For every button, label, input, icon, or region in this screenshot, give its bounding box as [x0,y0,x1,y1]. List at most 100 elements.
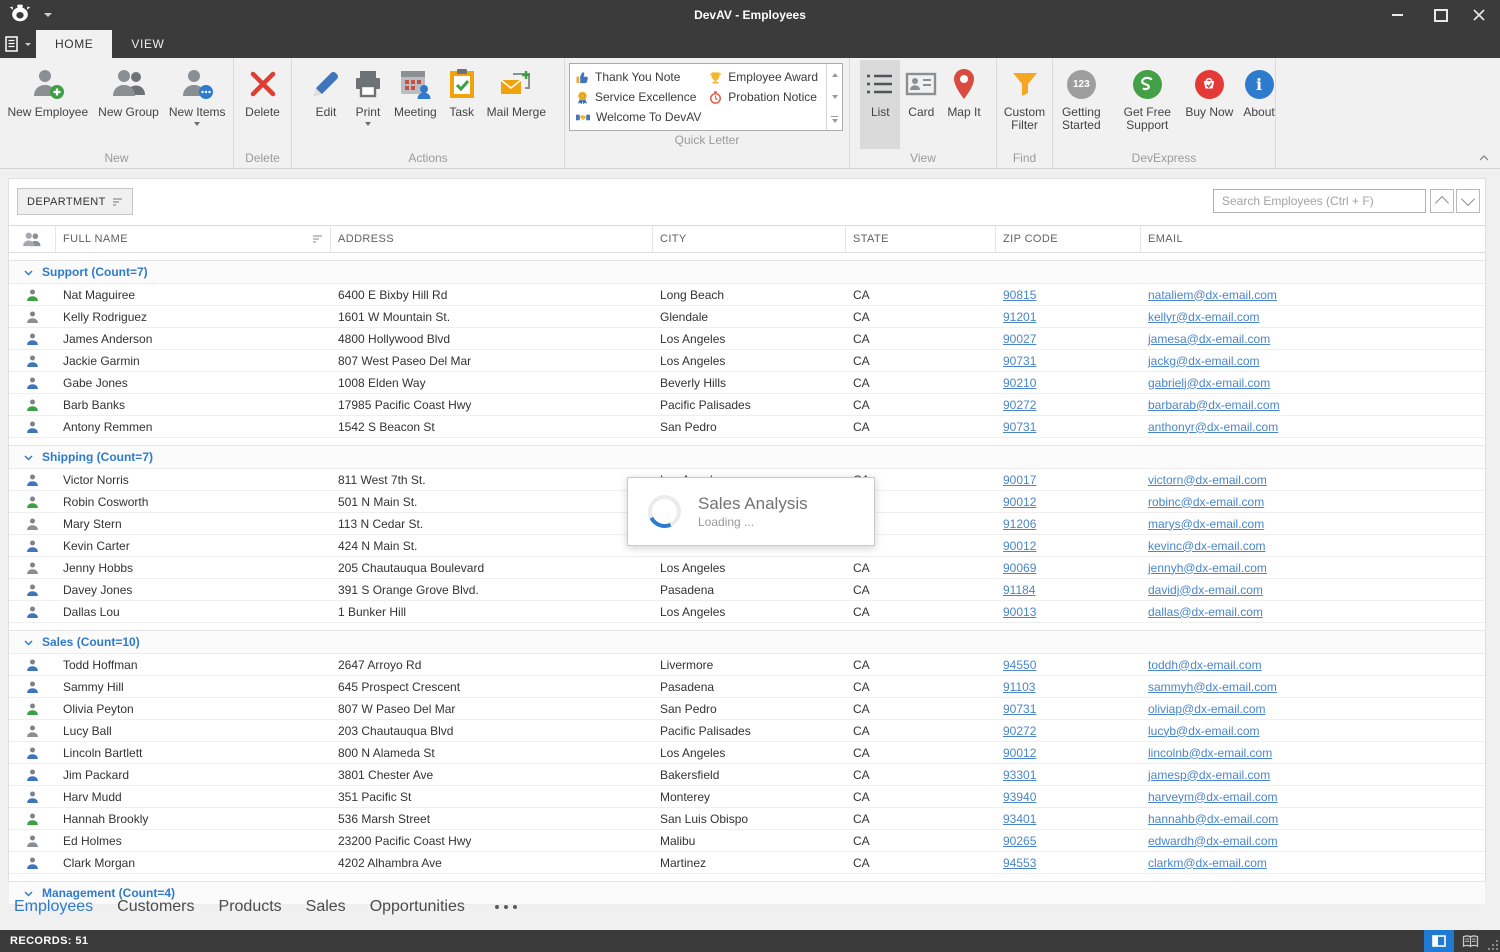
employee-row[interactable]: Gabe Jones1008 Elden WayBeverly HillsCA9… [9,372,1485,394]
zip-link[interactable]: 90012 [1003,495,1036,509]
zip-link[interactable]: 90265 [1003,834,1036,848]
email-link[interactable]: lincolnb@dx-email.com [1148,746,1272,760]
group-row[interactable]: Sales (Count=10) [9,630,1485,654]
email-link[interactable]: hannahb@dx-email.com [1148,812,1278,826]
zip-link[interactable]: 90027 [1003,332,1036,346]
employee-row[interactable]: Jim Packard3801 Chester AveBakersfieldCA… [9,764,1485,786]
meeting-button[interactable]: Meeting [389,60,442,149]
email-link[interactable]: toddh@dx-email.com [1148,658,1262,672]
search-previous-button[interactable] [1430,189,1454,213]
employee-row[interactable]: Davey Jones391 S Orange Grove Blvd.Pasad… [9,579,1485,601]
gallery-scroll-up-button[interactable] [827,64,842,86]
doc-tab-customers[interactable]: Customers [117,898,194,916]
chevron-down-icon[interactable] [24,450,33,464]
getting-started-button[interactable]: 123 Getting Started [1048,60,1114,149]
zip-link[interactable]: 93401 [1003,812,1036,826]
email-link[interactable]: davidj@dx-email.com [1148,583,1263,597]
column-header-city[interactable]: CITY [653,226,846,252]
reading-layout-button[interactable] [1424,930,1454,952]
employee-row[interactable]: Kelly Rodriguez1601 W Mountain St.Glenda… [9,306,1485,328]
quick-letter-thank-you-note[interactable]: Thank You Note [576,67,709,87]
employee-row[interactable]: Lucy Ball203 Chautauqua BlvdPacific Pali… [9,720,1485,742]
zip-link[interactable]: 90017 [1003,473,1036,487]
tabs-overflow-button[interactable] [495,905,517,909]
map-it-button[interactable]: Map It [942,60,985,149]
quick-letter-service-excellence[interactable]: Service Excellence [576,87,709,107]
column-header-email[interactable]: EMAIL [1141,226,1485,252]
maximize-button[interactable] [1426,0,1456,30]
email-link[interactable]: victorn@dx-email.com [1148,473,1267,487]
mail-merge-button[interactable]: Mail Merge [482,60,551,149]
employee-row[interactable]: Nat Maguiree6400 E Bixby Hill RdLong Bea… [9,284,1485,306]
email-link[interactable]: edwardh@dx-email.com [1148,834,1278,848]
employee-row[interactable]: Harv Mudd351 Pacific StMontereyCA93940ha… [9,786,1485,808]
list-view-button[interactable]: List [860,60,900,149]
email-link[interactable]: lucyb@dx-email.com [1148,724,1260,738]
email-link[interactable]: sammyh@dx-email.com [1148,680,1277,694]
delete-button[interactable]: Delete [240,60,285,149]
group-row[interactable]: Support (Count=7) [9,260,1485,284]
resize-grip[interactable] [1487,939,1499,951]
zip-link[interactable]: 93301 [1003,768,1036,782]
email-link[interactable]: jamesp@dx-email.com [1148,768,1270,782]
email-link[interactable]: harveym@dx-email.com [1148,790,1278,804]
quick-letter-probation-notice[interactable]: Probation Notice [709,87,826,107]
gallery-expand-button[interactable] [827,108,842,130]
card-view-button[interactable]: Card [900,60,942,149]
employee-row[interactable]: Jenny Hobbs205 Chautauqua BoulevardLos A… [9,557,1485,579]
application-menu-button[interactable] [0,30,36,58]
close-button[interactable] [1464,0,1494,30]
employee-row[interactable]: James Anderson4800 Hollywood BlvdLos Ang… [9,328,1485,350]
tab-view[interactable]: VIEW [112,30,183,58]
column-header-address[interactable]: ADDRESS [331,226,653,252]
email-link[interactable]: marys@dx-email.com [1148,517,1264,531]
zip-link[interactable]: 90731 [1003,702,1036,716]
doc-tab-sales[interactable]: Sales [306,898,346,916]
zip-link[interactable]: 90272 [1003,398,1036,412]
email-link[interactable]: clarkm@dx-email.com [1148,856,1267,870]
zip-link[interactable]: 90069 [1003,561,1036,575]
quick-letter-employee-award[interactable]: Employee Award [709,67,826,87]
zip-link[interactable]: 94553 [1003,856,1036,870]
zip-link[interactable]: 90012 [1003,539,1036,553]
get-free-support-button[interactable]: Get Free Support [1114,60,1180,149]
employee-row[interactable]: Antony Remmen1542 S Beacon StSan PedroCA… [9,416,1485,438]
email-link[interactable]: anthonyr@dx-email.com [1148,420,1278,434]
zip-link[interactable]: 90731 [1003,354,1036,368]
employee-row[interactable]: Barb Banks17985 Pacific Coast HwyPacific… [9,394,1485,416]
employee-row[interactable]: Ed Holmes23200 Pacific Coast HwyMalibuCA… [9,830,1485,852]
zip-link[interactable]: 91103 [1003,680,1035,694]
group-row[interactable]: Shipping (Count=7) [9,445,1485,469]
email-link[interactable]: jackg@dx-email.com [1148,354,1260,368]
email-link[interactable]: barbarab@dx-email.com [1148,398,1280,412]
zip-link[interactable]: 91201 [1003,310,1036,324]
new-items-button[interactable]: New Items [164,60,231,149]
zip-link[interactable]: 90012 [1003,746,1036,760]
doc-tab-opportunities[interactable]: Opportunities [370,898,465,916]
employee-row[interactable]: Dallas Lou1 Bunker HillLos AngelesCA9001… [9,601,1485,623]
doc-tab-products[interactable]: Products [219,898,282,916]
email-link[interactable]: gabrielj@dx-email.com [1148,376,1270,390]
chevron-down-icon[interactable] [24,265,33,279]
buy-now-button[interactable]: Buy Now [1180,60,1238,149]
employee-row[interactable]: Todd Hoffman2647 Arroyo RdLivermoreCA945… [9,654,1485,676]
new-employee-button[interactable]: New Employee [2,60,93,149]
zip-link[interactable]: 94550 [1003,658,1036,672]
zip-link[interactable]: 91206 [1003,517,1036,531]
employee-row[interactable]: Sammy Hill645 Prospect CrescentPasadenaC… [9,676,1485,698]
gallery-scroll-down-button[interactable] [827,86,842,108]
column-header-state[interactable]: STATE [846,226,996,252]
tab-home[interactable]: HOME [36,30,112,58]
employee-row[interactable]: Olivia Peyton807 W Paseo Del MarSan Pedr… [9,698,1485,720]
email-link[interactable]: nataliem@dx-email.com [1148,288,1277,302]
employee-row[interactable]: Lincoln Bartlett800 N Alameda StLos Ange… [9,742,1485,764]
doc-tab-employees[interactable]: Employees [14,898,93,916]
new-group-button[interactable]: New Group [93,60,164,149]
email-link[interactable]: kevinc@dx-email.com [1148,539,1266,553]
quick-access-dropdown-icon[interactable] [44,13,52,17]
group-by-department-button[interactable]: DEPARTMENT [17,188,133,215]
column-header-icon[interactable] [9,226,56,252]
zip-link[interactable]: 90815 [1003,288,1036,302]
employee-row[interactable]: Clark Morgan4202 Alhambra AveMartinezCA9… [9,852,1485,874]
task-button[interactable]: Task [442,60,482,149]
